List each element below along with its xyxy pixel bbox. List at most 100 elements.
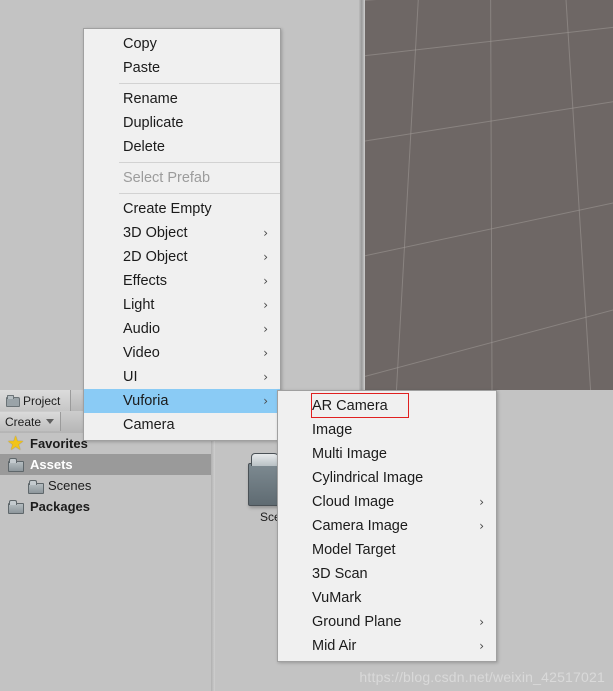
menu-item-ui[interactable]: UI › xyxy=(84,365,280,389)
menu-item-label: Multi Image xyxy=(312,446,387,462)
menu-item-label: Create Empty xyxy=(123,201,212,217)
menu-separator xyxy=(119,162,280,163)
chevron-right-icon: › xyxy=(263,226,268,240)
menu-item-camera[interactable]: Camera xyxy=(84,413,280,437)
tab-project-label: Project xyxy=(23,393,61,408)
scene-viewport[interactable] xyxy=(365,0,613,392)
chevron-right-icon: › xyxy=(263,298,268,312)
tree-item-scenes[interactable]: Scenes xyxy=(0,475,211,496)
menu-item-camera-image[interactable]: Camera Image › xyxy=(278,514,496,538)
menu-item-delete[interactable]: Delete xyxy=(84,135,280,159)
menu-item-cloud-image[interactable]: Cloud Image › xyxy=(278,490,496,514)
tree-item-assets[interactable]: Assets xyxy=(0,454,211,475)
menu-item-multi-image[interactable]: Multi Image xyxy=(278,442,496,466)
menu-item-copy[interactable]: Copy xyxy=(84,32,280,56)
menu-item-label: Paste xyxy=(123,60,161,76)
menu-item-label: Mid Air xyxy=(312,638,357,654)
menu-item-cylindrical-image[interactable]: Cylindrical Image xyxy=(278,466,496,490)
menu-item-label: Effects xyxy=(123,273,168,289)
menu-item-label: Select Prefab xyxy=(123,170,211,186)
menu-item-2d-object[interactable]: 2D Object › xyxy=(84,245,280,269)
tree-item-packages[interactable]: Packages xyxy=(0,496,211,517)
menu-item-audio[interactable]: Audio › xyxy=(84,317,280,341)
menu-item-model-target[interactable]: Model Target xyxy=(278,538,496,562)
menu-item-label: Model Target xyxy=(312,542,396,558)
menu-item-mid-air[interactable]: Mid Air › xyxy=(278,634,496,658)
scene-grid-line xyxy=(490,0,493,392)
menu-item-label: Ground Plane xyxy=(312,614,402,630)
menu-item-ar-camera[interactable]: AR Camera xyxy=(278,394,496,418)
chevron-right-icon: › xyxy=(479,519,484,533)
scene-left-rail xyxy=(359,0,365,392)
menu-item-label: Cloud Image xyxy=(312,494,395,510)
scene-grid-line xyxy=(365,0,613,5)
menu-item-label: 3D Scan xyxy=(312,566,368,582)
menu-item-label: 3D Object xyxy=(123,225,188,241)
menu-item-label: VuMark xyxy=(312,590,362,606)
menu-item-label: Light xyxy=(123,297,155,313)
scene-grid-line xyxy=(365,13,613,63)
menu-item-label: AR Camera xyxy=(312,398,388,414)
chevron-down-icon xyxy=(46,419,55,424)
chevron-right-icon: › xyxy=(479,615,484,629)
tree-item-label: Favorites xyxy=(30,436,88,451)
chevron-right-icon: › xyxy=(263,250,268,264)
unity-editor-screenshot: Project Create ★ Favorites Assets Scenes Pac… xyxy=(0,0,613,691)
project-tab-icon xyxy=(6,395,20,407)
folder-icon xyxy=(8,458,24,472)
chevron-right-icon: › xyxy=(479,639,484,653)
menu-item-label: Camera xyxy=(123,417,175,433)
menu-item-image[interactable]: Image xyxy=(278,418,496,442)
tree-item-label: Assets xyxy=(30,457,73,472)
chevron-right-icon: › xyxy=(263,274,268,288)
chevron-right-icon: › xyxy=(263,370,268,384)
menu-item-vuforia[interactable]: Vuforia › xyxy=(84,389,280,413)
tree-item-label: Packages xyxy=(30,499,90,514)
menu-item-label: 2D Object xyxy=(123,249,188,265)
menu-item-video[interactable]: Video › xyxy=(84,341,280,365)
gameobject-context-menu[interactable]: Copy Paste Rename Duplicate Delete Select Pre… xyxy=(83,28,281,441)
menu-separator xyxy=(119,83,280,84)
chevron-right-icon: › xyxy=(263,346,268,360)
menu-separator xyxy=(119,193,280,194)
menu-item-label: Image xyxy=(312,422,353,438)
menu-item-vumark[interactable]: VuMark xyxy=(278,586,496,610)
project-tree[interactable]: ★ Favorites Assets Scenes Packages xyxy=(0,433,211,691)
menu-item-ground-plane[interactable]: Ground Plane › xyxy=(278,610,496,634)
create-button[interactable]: Create xyxy=(0,412,62,431)
menu-item-label: Vuforia xyxy=(123,393,169,409)
menu-item-label: Camera Image xyxy=(312,518,408,534)
menu-item-select-prefab: Select Prefab xyxy=(84,166,280,190)
menu-item-3d-object[interactable]: 3D Object › xyxy=(84,221,280,245)
menu-item-label: Delete xyxy=(123,139,165,155)
chevron-right-icon: › xyxy=(263,322,268,336)
tab-project[interactable]: Project xyxy=(0,390,72,411)
scene-grid-line xyxy=(391,0,421,392)
menu-item-light[interactable]: Light › xyxy=(84,293,280,317)
scene-grid-line xyxy=(365,83,613,151)
menu-item-3d-scan[interactable]: 3D Scan xyxy=(278,562,496,586)
chevron-right-icon: › xyxy=(479,495,484,509)
menu-item-create-empty[interactable]: Create Empty xyxy=(84,197,280,221)
menu-item-label: Cylindrical Image xyxy=(312,470,424,486)
menu-item-label: Video xyxy=(123,345,160,361)
menu-item-duplicate[interactable]: Duplicate xyxy=(84,111,280,135)
folder-icon xyxy=(8,500,24,514)
scene-grid-line xyxy=(365,281,613,392)
menu-item-label: UI xyxy=(123,369,138,385)
scene-grid-line xyxy=(365,179,613,269)
menu-item-label: Copy xyxy=(123,36,157,52)
watermark: https://blog.csdn.net/weixin_42517021 xyxy=(359,669,605,685)
menu-item-paste[interactable]: Paste xyxy=(84,56,280,80)
menu-item-label: Audio xyxy=(123,321,161,337)
menu-item-label: Duplicate xyxy=(123,115,184,131)
menu-item-effects[interactable]: Effects › xyxy=(84,269,280,293)
star-icon: ★ xyxy=(8,433,24,453)
folder-icon xyxy=(28,479,44,494)
tree-item-label: Scenes xyxy=(48,478,92,493)
menu-item-label: Rename xyxy=(123,91,178,107)
menu-item-rename[interactable]: Rename xyxy=(84,87,280,111)
vuforia-submenu[interactable]: AR Camera Image Multi Image Cylindrical Ima… xyxy=(277,390,497,662)
create-button-label: Create xyxy=(5,414,42,429)
scene-grid-line xyxy=(563,0,597,392)
